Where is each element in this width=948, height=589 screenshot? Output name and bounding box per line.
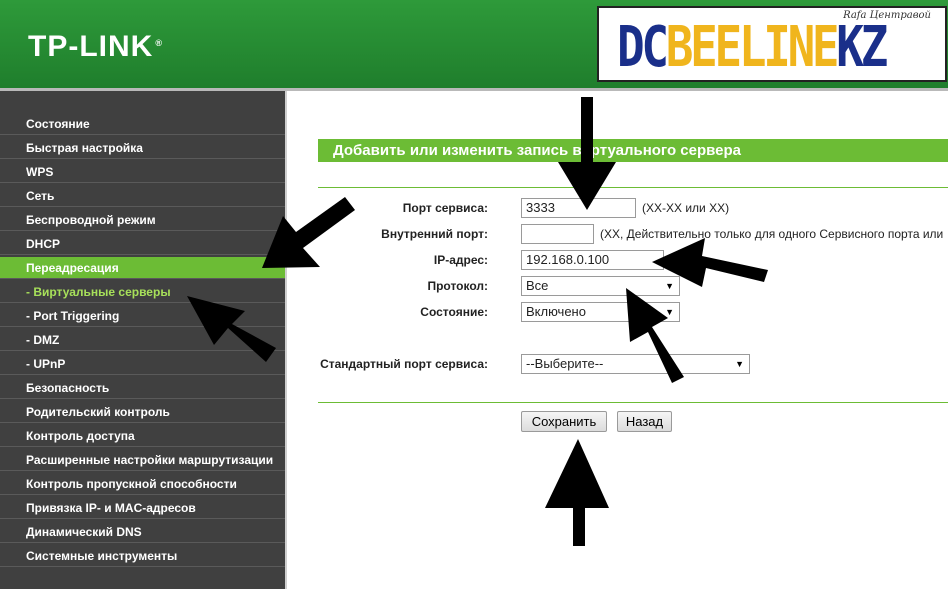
- back-button[interactable]: Назад: [617, 411, 672, 432]
- standard-port-field: --Выберите-- ▼: [521, 354, 750, 374]
- dropdown-arrow-icon: ▼: [735, 359, 744, 369]
- protocol-value: Все: [526, 278, 549, 293]
- divider-bottom: [318, 402, 948, 403]
- sidebar-menu: Состояние Быстрая настройка WPS Сеть Бес…: [0, 91, 287, 589]
- internal-port-input[interactable]: [521, 224, 594, 244]
- service-port-hint: (XX-XX или XX): [642, 201, 730, 215]
- sidebar-item-wireless[interactable]: Беспроводной режим: [0, 209, 285, 231]
- dropdown-arrow-icon: ▼: [665, 307, 674, 317]
- status-label: Состояние:: [420, 305, 488, 319]
- sidebar-top-strip: [0, 91, 285, 113]
- sidebar-item-security[interactable]: Безопасность: [0, 377, 285, 399]
- header-bar: TP-LINK ® Rafa Центравой DCBEELINEKZ: [0, 0, 948, 91]
- protocol-select[interactable]: Все ▼: [521, 276, 680, 296]
- service-port-input[interactable]: 3333: [521, 198, 636, 218]
- ip-address-label: IP-адрес:: [433, 253, 488, 267]
- internal-port-hint: (XX, Действительно только для одного Сер…: [600, 227, 944, 241]
- protocol-label: Протокол:: [427, 279, 488, 293]
- tp-link-logo: TP-LINK ®: [28, 30, 163, 64]
- dropdown-arrow-icon: ▼: [665, 281, 674, 291]
- sidebar-item-access-control[interactable]: Контроль доступа: [0, 425, 285, 447]
- sidebar-item-parental-control[interactable]: Родительский контроль: [0, 401, 285, 423]
- protocol-field: Все ▼: [521, 276, 680, 296]
- standard-port-label: Стандартный порт сервиса:: [320, 357, 488, 371]
- sidebar-item-system-tools[interactable]: Системные инструменты: [0, 545, 285, 567]
- divider-top: [318, 187, 948, 188]
- sidebar-item-forwarding[interactable]: Переадресация: [0, 257, 285, 279]
- sidebar-item-status[interactable]: Состояние: [0, 113, 285, 135]
- save-button[interactable]: Сохранить: [521, 411, 607, 432]
- sidebar-item-upnp[interactable]: - UPnP: [0, 353, 285, 375]
- internal-port-field: (XX, Действительно только для одного Сер…: [521, 224, 943, 244]
- registered-mark: ®: [155, 38, 163, 48]
- status-select[interactable]: Включено ▼: [521, 302, 680, 322]
- sidebar-item-virtual-servers[interactable]: - Виртуальные серверы: [0, 281, 285, 303]
- sidebar-item-network[interactable]: Сеть: [0, 185, 285, 207]
- main-content: Добавить или изменить запись виртуальног…: [287, 91, 948, 589]
- standard-port-select[interactable]: --Выберите-- ▼: [521, 354, 750, 374]
- watermark-dc: DC: [617, 15, 669, 80]
- status-value: Включено: [526, 304, 586, 319]
- brand-name: TP-LINK: [28, 30, 154, 63]
- status-field: Включено ▼: [521, 302, 680, 322]
- service-port-field: 3333 (XX-XX или XX): [521, 198, 729, 218]
- standard-port-value: --Выберите--: [526, 356, 604, 371]
- ip-address-field: 192.168.0.100: [521, 250, 664, 270]
- sidebar-item-dmz[interactable]: - DMZ: [0, 329, 285, 351]
- sidebar-item-dynamic-dns[interactable]: Динамический DNS: [0, 521, 285, 543]
- section-title: Добавить или изменить запись виртуальног…: [318, 139, 948, 162]
- watermark-kz: KZ: [836, 15, 888, 80]
- service-port-label: Порт сервиса:: [402, 201, 488, 215]
- sidebar-item-dhcp[interactable]: DHCP: [0, 233, 285, 255]
- sidebar-item-bandwidth-control[interactable]: Контроль пропускной способности: [0, 473, 285, 495]
- watermark-text: DCBEELINEKZ: [617, 15, 888, 80]
- watermark-beeline: BEELINE: [665, 15, 840, 80]
- internal-port-label: Внутренний порт:: [381, 227, 488, 241]
- ip-address-input[interactable]: 192.168.0.100: [521, 250, 664, 270]
- sidebar-item-advanced-routing[interactable]: Расширенные настройки маршрутизации: [0, 449, 285, 471]
- sidebar-item-wps[interactable]: WPS: [0, 161, 285, 183]
- sidebar-item-port-triggering[interactable]: - Port Triggering: [0, 305, 285, 327]
- sidebar-item-quick-setup[interactable]: Быстрая настройка: [0, 137, 285, 159]
- dcbeelinekz-watermark: Rafa Центравой DCBEELINEKZ: [597, 6, 947, 82]
- sidebar-item-ip-mac-binding[interactable]: Привязка IP- и MAC-адресов: [0, 497, 285, 519]
